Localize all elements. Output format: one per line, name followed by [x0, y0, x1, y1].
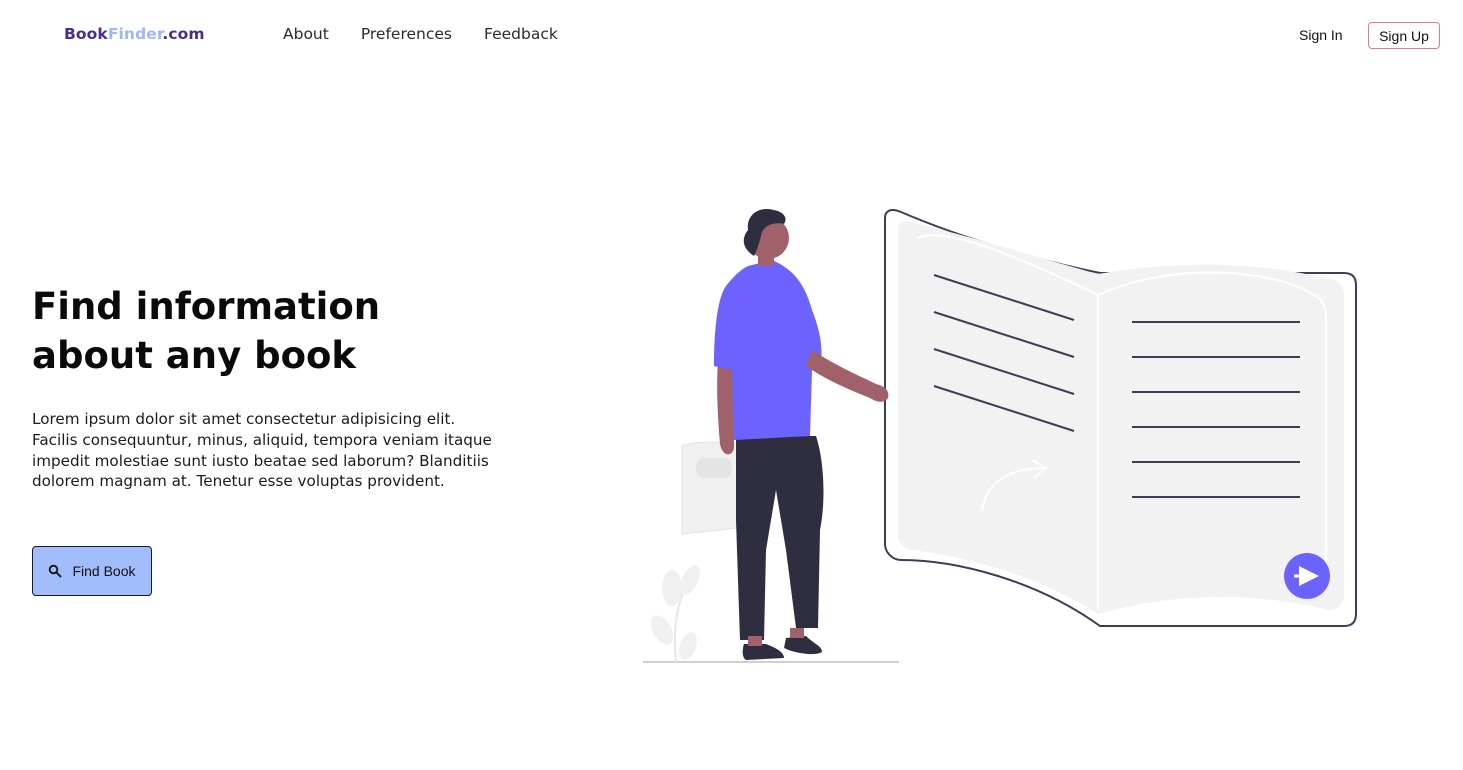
logo-part-book: Book [64, 25, 108, 43]
nav-link-feedback[interactable]: Feedback [484, 25, 558, 43]
held-paper [681, 441, 745, 535]
find-book-label: Find Book [72, 563, 136, 579]
hero-title-line-1: Find information [32, 285, 381, 328]
top-navbar: BookFinder.com About Preferences Feedbac… [0, 0, 1463, 70]
hero-title-line-2: about any book [32, 334, 357, 377]
nav-link-preferences[interactable]: Preferences [361, 25, 452, 43]
person-arm-right [806, 350, 889, 402]
hero-title: Find information about any book [32, 282, 492, 380]
person-pants [736, 436, 824, 640]
nav-link-about[interactable]: About [283, 25, 329, 43]
hero-description: Lorem ipsum dolor sit amet consectetur a… [32, 410, 492, 491]
reading-illustration [643, 208, 1357, 663]
person-shoe-right [784, 636, 822, 655]
search-icon [49, 564, 62, 578]
logo-part-finder: Finder [107, 25, 163, 43]
play-button-icon [1284, 553, 1330, 599]
sign-in-button[interactable]: Sign In [1299, 27, 1343, 43]
main-menu: About Preferences Feedback [283, 25, 590, 43]
site-logo[interactable]: BookFinder.com [64, 25, 205, 43]
find-book-button[interactable]: Find Book [32, 546, 152, 596]
sign-up-button[interactable]: Sign Up [1368, 22, 1440, 49]
plant-decoration [650, 565, 700, 663]
logo-part-domain: .com [162, 25, 205, 43]
person-shoe-left [742, 644, 784, 660]
